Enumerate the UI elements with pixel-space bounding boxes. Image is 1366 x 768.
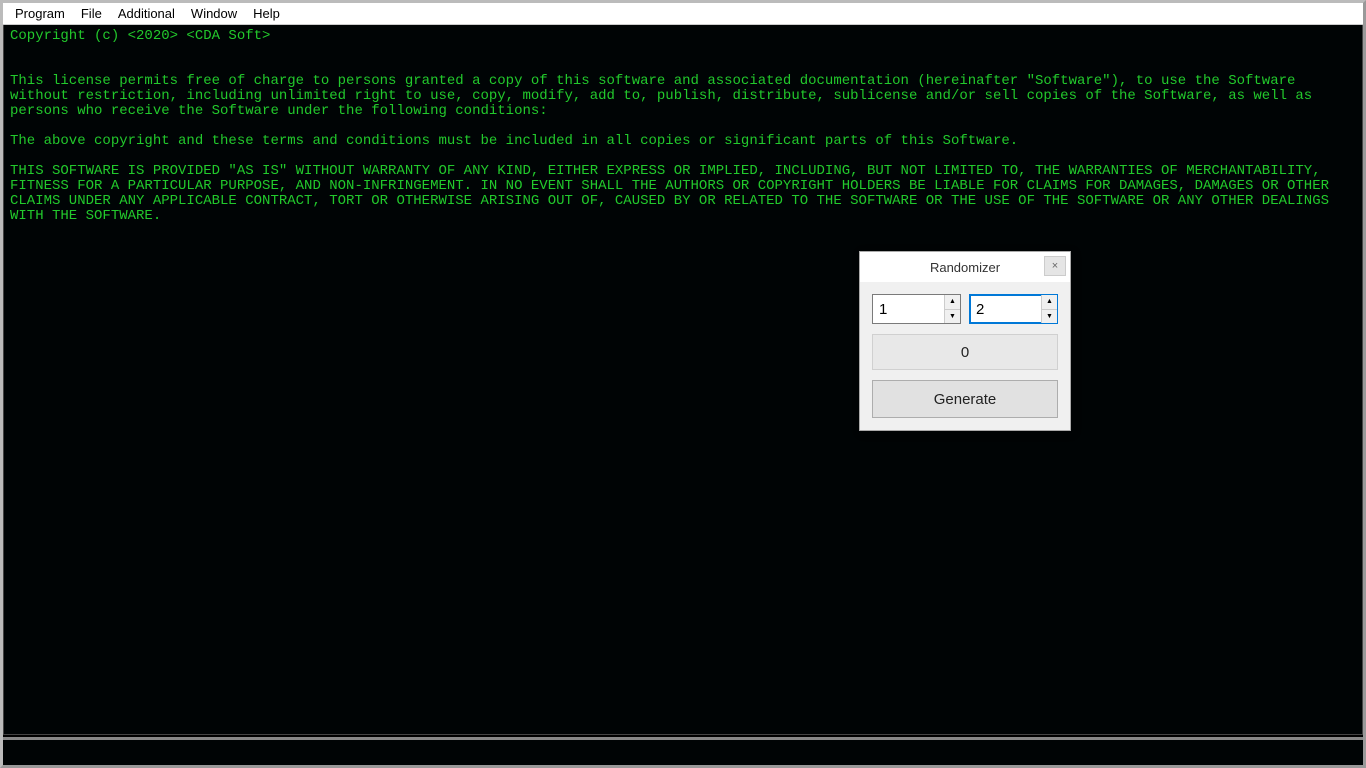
min-spin-buttons: ▲ ▼ xyxy=(944,295,960,323)
menu-file[interactable]: File xyxy=(73,4,110,23)
max-spin-up[interactable]: ▲ xyxy=(1042,295,1057,310)
chevron-up-icon: ▲ xyxy=(949,298,956,305)
generate-button[interactable]: Generate xyxy=(872,380,1058,418)
result-display: 0 xyxy=(872,334,1058,370)
min-spin-up[interactable]: ▲ xyxy=(945,295,960,310)
license-para-1: This license permits free of charge to p… xyxy=(10,73,1321,119)
range-row: ▲ ▼ ▲ ▼ xyxy=(872,294,1058,324)
menu-window[interactable]: Window xyxy=(183,4,245,23)
status-bar xyxy=(3,737,1363,765)
result-value: 0 xyxy=(961,344,969,361)
menu-help[interactable]: Help xyxy=(245,4,288,23)
menu-program[interactable]: Program xyxy=(7,4,73,23)
dialog-body: ▲ ▼ ▲ ▼ 0 Generate xyxy=(860,282,1070,430)
main-window: Program File Additional Window Help Copy… xyxy=(0,0,1366,768)
console-output: Copyright (c) <2020> <CDA Soft> This lic… xyxy=(3,25,1363,735)
dialog-titlebar[interactable]: Randomizer × xyxy=(860,252,1070,282)
menu-additional[interactable]: Additional xyxy=(110,4,183,23)
close-icon: × xyxy=(1052,260,1058,272)
max-spin-buttons: ▲ ▼ xyxy=(1041,295,1057,323)
copyright-line: Copyright (c) <2020> <CDA Soft> xyxy=(10,28,270,44)
min-spinbox: ▲ ▼ xyxy=(872,294,961,324)
license-para-2: The above copyright and these terms and … xyxy=(10,133,1018,149)
dialog-title: Randomizer xyxy=(860,260,1070,275)
chevron-down-icon: ▼ xyxy=(949,313,956,320)
chevron-up-icon: ▲ xyxy=(1046,298,1053,305)
max-spinbox: ▲ ▼ xyxy=(969,294,1058,324)
max-spin-down[interactable]: ▼ xyxy=(1042,310,1057,324)
chevron-down-icon: ▼ xyxy=(1046,313,1053,320)
min-input[interactable] xyxy=(873,295,944,323)
menu-bar: Program File Additional Window Help xyxy=(3,3,1363,25)
min-spin-down[interactable]: ▼ xyxy=(945,310,960,324)
license-para-3: THIS SOFTWARE IS PROVIDED "AS IS" WITHOU… xyxy=(10,163,1337,224)
max-input[interactable] xyxy=(970,295,1041,323)
randomizer-dialog: Randomizer × ▲ ▼ ▲ ▼ xyxy=(859,251,1071,431)
close-button[interactable]: × xyxy=(1044,256,1066,276)
